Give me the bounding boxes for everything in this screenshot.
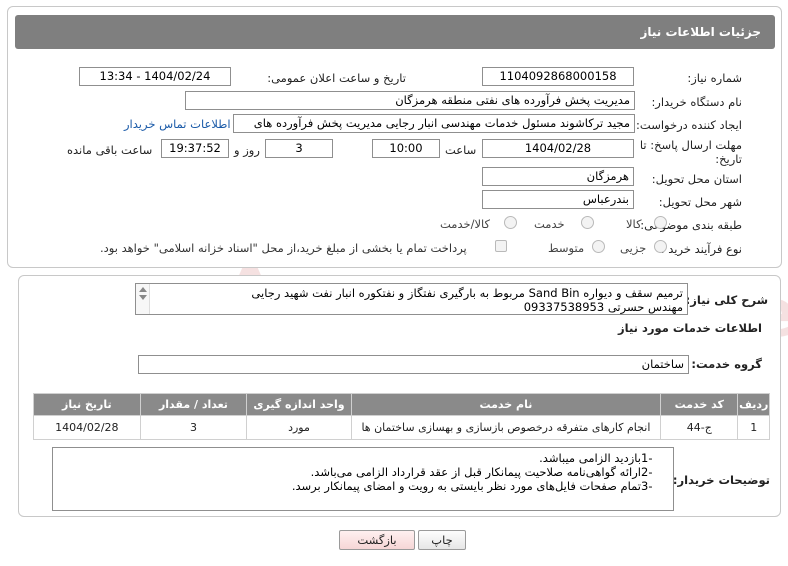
deadline-date-label: تاریخ: xyxy=(715,152,742,166)
process-option-minor: جزیی xyxy=(620,241,647,255)
note-item: 1- بازدید الزامی میباشد. xyxy=(59,451,667,465)
cell-service-code: ج-44 xyxy=(660,415,739,440)
note-text: تمام صفحات فایل‌های مورد نظر بایستی به ر… xyxy=(291,479,641,493)
notes-label: توضیحات خریدار: xyxy=(672,473,770,487)
table-row: 1 ج-44 انجام کارهای متفرقه درخصوص بازساز… xyxy=(33,415,770,440)
col-header-service-code: کد خدمت xyxy=(660,393,739,416)
note-text: بازدید الزامی میباشد. xyxy=(539,451,641,465)
days-field: 3 xyxy=(265,139,333,158)
category-radio-service[interactable] xyxy=(581,216,594,229)
process-radio-medium[interactable] xyxy=(592,240,605,253)
note-number: 3- xyxy=(641,479,653,493)
col-header-service-name: نام خدمت xyxy=(350,393,662,416)
announce-field: 1404/02/24 - 13:34 xyxy=(79,67,231,86)
summary-line-1: ترمیم سقف و دیواره Sand Bin مربوط به بار… xyxy=(251,286,683,300)
remaining-label: ساعت باقی مانده xyxy=(67,143,153,157)
summary-textarea[interactable]: ترمیم سقف و دیواره Sand Bin مربوط به بار… xyxy=(135,283,688,315)
category-radio-goods[interactable] xyxy=(654,216,667,229)
col-header-need-date: تاریخ نیاز xyxy=(33,393,141,416)
cell-need-date: 1404/02/28 xyxy=(33,415,141,440)
need-number-field: 1104092868000158 xyxy=(482,67,634,86)
note-text: ارائه گواهی‌نامه صلاحیت پیمانکار قبل از … xyxy=(310,465,641,479)
province-field: هرمزگان xyxy=(482,167,634,186)
process-label: نوع فرآیند خرید : xyxy=(660,242,742,256)
cell-quantity: 3 xyxy=(139,415,248,440)
col-header-unit: واحد اندازه گیری xyxy=(246,393,352,416)
buyer-notes-box: 1- بازدید الزامی میباشد. 2- ارائه گواهی‌… xyxy=(52,447,674,511)
deadline-label: مهلت ارسال پاسخ: تا xyxy=(639,138,742,152)
service-group-label: گروه خدمت: xyxy=(691,357,762,371)
city-label: شهر محل تحویل: xyxy=(658,195,742,209)
back-button[interactable]: بازگشت xyxy=(339,530,415,550)
services-table: ردیف کد خدمت نام خدمت واحد اندازه گیری ت… xyxy=(33,393,770,440)
time-label: ساعت xyxy=(445,143,477,157)
category-option-goods: کالا xyxy=(626,217,642,231)
note-number: 1- xyxy=(641,451,653,465)
note-item: 3- تمام صفحات فایل‌های مورد نظر بایستی ب… xyxy=(59,479,667,493)
table-header-row: ردیف کد خدمت نام خدمت واحد اندازه گیری ت… xyxy=(33,393,770,416)
summary-label: شرح کلی نیاز: xyxy=(685,293,768,307)
cell-service-name: انجام کارهای متفرقه درخصوص بازسازی و بهس… xyxy=(350,415,662,440)
summary-line-2: مهندس حسرتی 09337538953 xyxy=(523,300,683,314)
print-button[interactable]: چاپ xyxy=(418,530,466,550)
remaining-time-field: 19:37:52 xyxy=(161,139,229,158)
buyer-org-field: مدیریت پخش فرآورده های نفتی منطقه هرمزگا… xyxy=(185,91,635,110)
creator-field: مجید ترکاشوند مسئول خدمات مهندسی انبار ر… xyxy=(233,114,635,133)
deadline-time-field: 10:00 xyxy=(372,139,440,158)
service-group-field: ساختمان xyxy=(138,355,689,374)
treasury-checkbox[interactable] xyxy=(495,240,507,252)
page-title: جزئیات اطلاعات نیاز xyxy=(640,25,761,39)
cell-row-num: 1 xyxy=(737,415,770,440)
need-number-label: شماره نیاز: xyxy=(687,71,742,85)
col-header-quantity: تعداد / مقدار xyxy=(139,393,248,416)
note-item: 2- ارائه گواهی‌نامه صلاحیت پیمانکار قبل … xyxy=(59,465,667,479)
deadline-date-field: 1404/02/28 xyxy=(482,139,634,158)
cell-unit: مورد xyxy=(246,415,352,440)
services-title: اطلاعات خدمات مورد نیاز xyxy=(618,321,762,335)
scroll-down-icon[interactable] xyxy=(139,295,147,300)
summary-scrollbar[interactable] xyxy=(136,284,150,314)
scroll-up-icon[interactable] xyxy=(139,287,147,292)
province-label: استان محل تحویل: xyxy=(651,172,742,186)
process-option-medium: متوسط xyxy=(548,241,585,255)
creator-label: ایجاد کننده درخواست: xyxy=(636,118,742,132)
category-radio-goods-service[interactable] xyxy=(504,216,517,229)
category-option-service: خدمت xyxy=(534,217,565,231)
payment-note: پرداخت تمام یا بخشی از مبلغ خرید،از محل … xyxy=(100,241,467,255)
announce-label: تاریخ و ساعت اعلان عمومی: xyxy=(267,71,406,85)
buyer-contact-link[interactable]: اطلاعات تماس خریدار xyxy=(124,117,231,131)
city-field: بندرعباس xyxy=(482,190,634,209)
panel-header: جزئیات اطلاعات نیاز xyxy=(15,15,775,49)
process-radio-minor[interactable] xyxy=(654,240,667,253)
note-number: 2- xyxy=(641,465,653,479)
category-option-goods-service: کالا/خدمت xyxy=(440,217,491,231)
days-label: روز و xyxy=(234,143,260,157)
buyer-org-label: نام دستگاه خریدار: xyxy=(651,95,742,109)
col-header-row-num: ردیف xyxy=(737,393,770,416)
